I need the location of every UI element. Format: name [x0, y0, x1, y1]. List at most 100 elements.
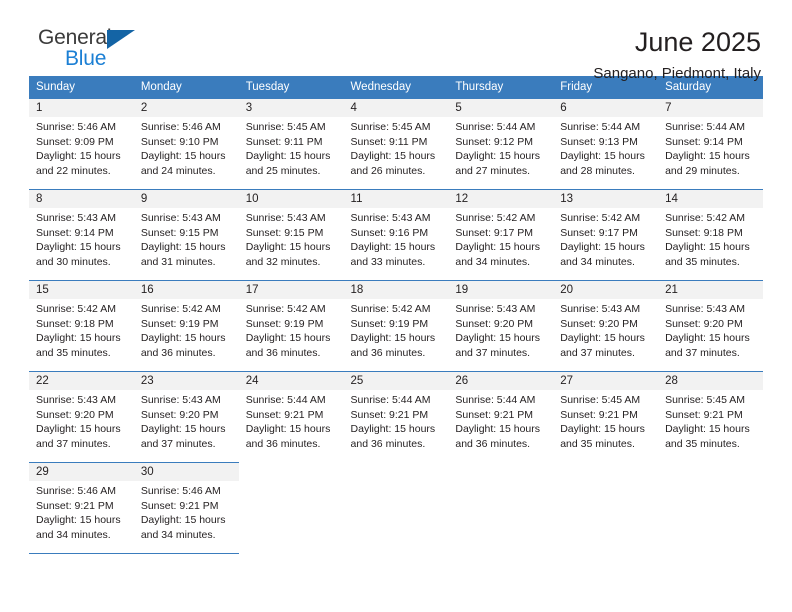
calendar-day-cell[interactable]: 12 Sunrise: 5:42 AM Sunset: 9:17 PM Dayligh… [448, 189, 554, 281]
sunset-text: Sunset: 9:15 PM [245, 226, 324, 239]
sunset-text: Sunset: 9:21 PM [350, 408, 429, 421]
calendar-day-cell[interactable]: 24 Sunrise: 5:44 AM Sunset: 9:21 PM Dayligh… [238, 371, 344, 463]
daylight-text-line1: Daylight: 15 hours [245, 150, 331, 163]
calendar-day-cell[interactable]: 23 Sunrise: 5:43 AM Sunset: 9:20 PM Dayligh… [133, 371, 239, 463]
calendar-day-cell[interactable]: 2 Sunrise: 5:46 AM Sunset: 9:10 PM Daylight… [133, 98, 239, 190]
sunset-text: Sunset: 9:21 PM [245, 408, 324, 421]
calendar-day-cell[interactable]: 13 Sunrise: 5:42 AM Sunset: 9:17 PM Dayligh… [553, 189, 659, 281]
calendar-day-cell[interactable]: 27 Sunrise: 5:45 AM Sunset: 9:21 PM Dayligh… [553, 371, 659, 463]
daylight-text-line1: Daylight: 15 hours [665, 241, 750, 254]
calendar-day-cell[interactable]: 20 Sunrise: 5:43 AM Sunset: 9:20 PM Dayligh… [553, 280, 659, 372]
sunrise-text: Sunrise: 5:42 AM [560, 212, 641, 224]
calendar-day-cell[interactable]: 16 Sunrise: 5:42 AM Sunset: 9:19 PM Dayligh… [133, 280, 239, 372]
calendar-day-cell[interactable]: 26 Sunrise: 5:44 AM Sunset: 9:21 PM Dayligh… [448, 371, 554, 463]
day-details: Sunrise: 5:46 AM Sunset: 9:09 PM Daylight:… [29, 117, 134, 178]
day-number: 23 [133, 372, 239, 390]
sunset-text: Sunset: 9:14 PM [36, 226, 114, 239]
daylight-text-line2: and 30 minutes. [36, 255, 111, 268]
sunset-text: Sunset: 9:18 PM [36, 317, 114, 330]
calendar-day-cell[interactable]: 8 Sunrise: 5:43 AM Sunset: 9:14 PM Daylight… [29, 189, 134, 281]
daylight-text-line1: Daylight: 15 hours [455, 241, 541, 254]
day-number: 28 [658, 372, 763, 390]
calendar-day-cell[interactable]: 11 Sunrise: 5:43 AM Sunset: 9:16 PM Dayligh… [343, 189, 449, 281]
sunrise-text: Sunrise: 5:45 AM [560, 394, 641, 406]
sunrise-text: Sunrise: 5:43 AM [245, 212, 326, 224]
calendar-day-cell[interactable]: 14 Sunrise: 5:42 AM Sunset: 9:18 PM Dayligh… [658, 189, 763, 281]
day-details: Sunrise: 5:44 AM Sunset: 9:13 PM Daylight:… [553, 117, 658, 178]
calendar-day-cell[interactable]: 30 Sunrise: 5:46 AM Sunset: 9:21 PM Dayligh… [133, 462, 239, 554]
title-block: June 2025 Sangano, Piedmont, Italy [593, 26, 763, 85]
calendar-day-cell[interactable]: 3 Sunrise: 5:45 AM Sunset: 9:11 PM Daylight… [238, 98, 344, 190]
calendar-day-cell[interactable]: 29 Sunrise: 5:46 AM Sunset: 9:21 PM Dayligh… [29, 462, 134, 554]
calendar-day-cell[interactable]: 6 Sunrise: 5:44 AM Sunset: 9:13 PM Daylight… [553, 98, 659, 190]
day-details: Sunrise: 5:45 AM Sunset: 9:21 PM Daylight:… [553, 390, 658, 451]
calendar-day-cell[interactable]: 21 Sunrise: 5:43 AM Sunset: 9:20 PM Dayligh… [658, 280, 763, 372]
calendar-day-cell[interactable]: 9 Sunrise: 5:43 AM Sunset: 9:15 PM Daylight… [133, 189, 239, 281]
day-number: 8 [29, 190, 134, 208]
calendar-cell-empty [553, 462, 659, 554]
day-number: 6 [553, 99, 659, 117]
sunrise-text: Sunrise: 5:44 AM [455, 394, 536, 406]
weekday-header-thursday: Thursday [448, 76, 554, 99]
day-number: 7 [658, 99, 763, 117]
weekday-header-tuesday: Tuesday [238, 76, 344, 99]
general-blue-logo[interactable]: General Blue [29, 26, 159, 78]
daylight-text-line1: Daylight: 15 hours [455, 150, 541, 163]
day-number: 1 [29, 99, 134, 117]
daylight-text-line1: Daylight: 15 hours [560, 241, 645, 254]
daylight-text-line1: Daylight: 15 hours [36, 423, 121, 436]
sunset-text: Sunset: 9:10 PM [140, 135, 219, 148]
calendar-day-cell[interactable]: 5 Sunrise: 5:44 AM Sunset: 9:12 PM Daylight… [448, 98, 554, 190]
day-number: 29 [29, 463, 134, 481]
calendar-day-cell[interactable]: 10 Sunrise: 5:43 AM Sunset: 9:15 PM Dayligh… [238, 189, 344, 281]
daylight-text-line2: and 31 minutes. [140, 255, 216, 268]
day-details: Sunrise: 5:44 AM Sunset: 9:12 PM Daylight:… [448, 117, 553, 178]
daylight-text-line1: Daylight: 15 hours [350, 423, 436, 436]
daylight-text-line1: Daylight: 15 hours [560, 150, 645, 163]
day-number: 21 [658, 281, 763, 299]
daylight-text-line1: Daylight: 15 hours [455, 423, 541, 436]
daylight-text-line1: Daylight: 15 hours [140, 332, 226, 345]
sunset-text: Sunset: 9:20 PM [665, 317, 743, 330]
calendar-day-cell[interactable]: 1 Sunrise: 5:46 AM Sunset: 9:09 PM Daylight… [29, 98, 134, 190]
sunrise-text: Sunrise: 5:43 AM [455, 303, 536, 315]
daylight-text-line1: Daylight: 15 hours [560, 332, 645, 345]
daylight-text-line2: and 36 minutes. [245, 437, 321, 450]
daylight-text-line1: Daylight: 15 hours [140, 514, 226, 527]
daylight-text-line1: Daylight: 15 hours [665, 332, 750, 345]
daylight-text-line2: and 34 minutes. [455, 255, 531, 268]
calendar-day-cell[interactable]: 15 Sunrise: 5:42 AM Sunset: 9:18 PM Dayligh… [29, 280, 134, 372]
day-details: Sunrise: 5:42 AM Sunset: 9:19 PM Daylight:… [239, 299, 344, 360]
day-details: Sunrise: 5:43 AM Sunset: 9:20 PM Daylight:… [553, 299, 658, 360]
daylight-text-line2: and 35 minutes. [665, 255, 740, 268]
calendar-day-cell[interactable]: 19 Sunrise: 5:43 AM Sunset: 9:20 PM Dayligh… [448, 280, 554, 372]
daylight-text-line2: and 24 minutes. [140, 164, 216, 177]
calendar-day-cell[interactable]: 22 Sunrise: 5:43 AM Sunset: 9:20 PM Dayligh… [29, 371, 134, 463]
daylight-text-line2: and 37 minutes. [140, 437, 216, 450]
calendar-day-cell[interactable]: 7 Sunrise: 5:44 AM Sunset: 9:14 PM Daylight… [658, 98, 763, 190]
daylight-text-line1: Daylight: 15 hours [245, 241, 331, 254]
sunrise-text: Sunrise: 5:44 AM [455, 121, 536, 133]
sunset-text: Sunset: 9:11 PM [350, 135, 428, 148]
calendar-day-cell[interactable]: 28 Sunrise: 5:45 AM Sunset: 9:21 PM Dayligh… [658, 371, 763, 463]
daylight-text-line2: and 36 minutes. [350, 346, 426, 359]
day-details: Sunrise: 5:42 AM Sunset: 9:18 PM Daylight:… [658, 208, 763, 269]
sunrise-text: Sunrise: 5:44 AM [665, 121, 746, 133]
calendar-week-row: 22 Sunrise: 5:43 AM Sunset: 9:20 PM Dayligh… [29, 371, 763, 463]
calendar-day-cell[interactable]: 4 Sunrise: 5:45 AM Sunset: 9:11 PM Daylight… [343, 98, 449, 190]
daylight-text-line2: and 37 minutes. [36, 437, 111, 450]
day-number: 2 [133, 99, 239, 117]
calendar-day-cell[interactable]: 18 Sunrise: 5:42 AM Sunset: 9:19 PM Dayligh… [343, 280, 449, 372]
daylight-text-line2: and 32 minutes. [245, 255, 321, 268]
sunrise-text: Sunrise: 5:43 AM [36, 394, 116, 406]
weekday-header-wednesday: Wednesday [343, 76, 449, 99]
day-details: Sunrise: 5:43 AM Sunset: 9:16 PM Daylight:… [344, 208, 449, 269]
calendar-day-cell[interactable]: 17 Sunrise: 5:42 AM Sunset: 9:19 PM Dayligh… [238, 280, 344, 372]
sunset-text: Sunset: 9:21 PM [455, 408, 534, 421]
day-number: 12 [448, 190, 554, 208]
day-details: Sunrise: 5:43 AM Sunset: 9:20 PM Daylight:… [134, 390, 239, 451]
calendar-day-cell[interactable]: 25 Sunrise: 5:44 AM Sunset: 9:21 PM Dayligh… [343, 371, 449, 463]
daylight-text-line1: Daylight: 15 hours [245, 332, 331, 345]
sunset-text: Sunset: 9:20 PM [140, 408, 219, 421]
sunrise-text: Sunrise: 5:46 AM [36, 121, 116, 133]
